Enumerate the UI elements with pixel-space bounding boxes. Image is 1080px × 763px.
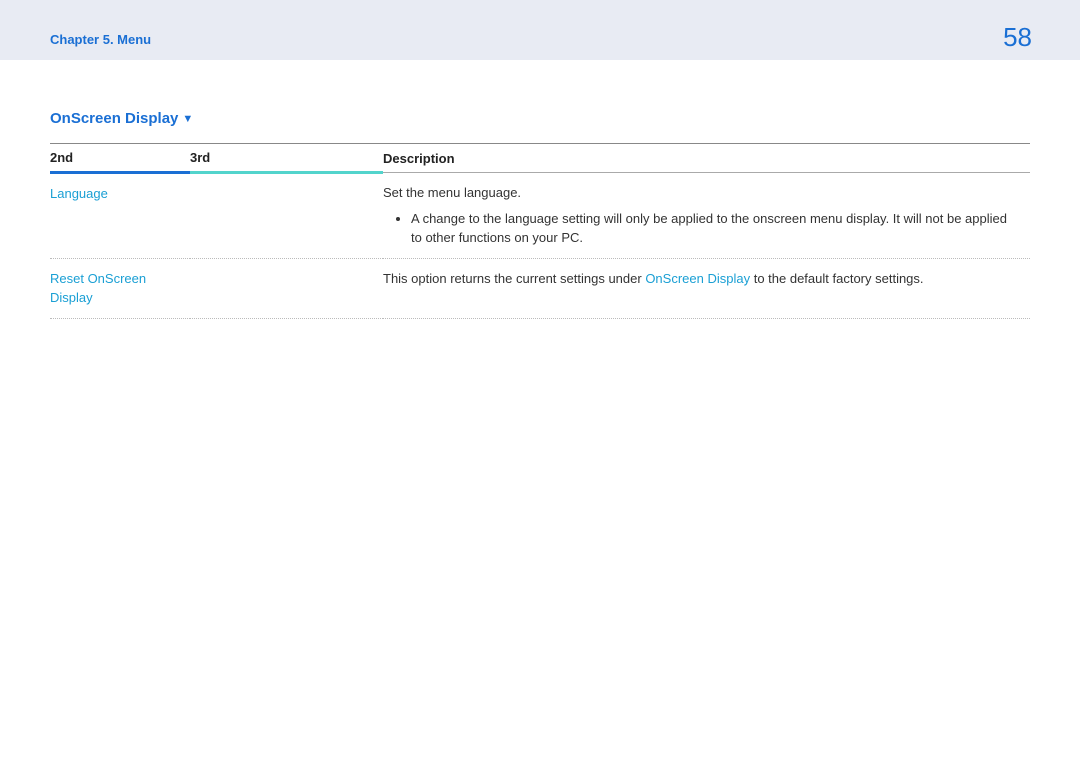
menu-table: 2nd 3rd Description Language Set the men… — [50, 143, 1030, 319]
cell-2nd: Reset OnScreen Display — [50, 258, 190, 318]
cell-3rd — [190, 258, 383, 318]
description-prefix: This option returns the current settings… — [383, 271, 645, 286]
table-row: Language Set the menu language. A change… — [50, 173, 1030, 259]
cell-3rd — [190, 173, 383, 259]
page-number: 58 — [1003, 24, 1032, 50]
menu-item-link[interactable]: Reset OnScreen Display — [50, 271, 146, 306]
triangle-down-icon: ▼ — [182, 113, 193, 125]
description-bullet-list: A change to the language setting will on… — [383, 209, 1030, 248]
breadcrumb: Chapter 5. Menu — [50, 32, 151, 50]
table-body: Language Set the menu language. A change… — [50, 173, 1030, 319]
page-header: Chapter 5. Menu 58 — [0, 0, 1080, 60]
table-header-description: Description — [383, 144, 1030, 173]
description-suffix: to the default factory settings. — [750, 271, 923, 286]
menu-item-link[interactable]: Language — [50, 186, 108, 201]
cell-2nd: Language — [50, 173, 190, 259]
section-title-text: OnScreen Display — [50, 110, 178, 127]
description-link[interactable]: OnScreen Display — [645, 271, 750, 286]
section-title: OnScreen Display ▼ — [50, 110, 1030, 127]
cell-description: This option returns the current settings… — [383, 258, 1030, 318]
table-row: Reset OnScreen Display This option retur… — [50, 258, 1030, 318]
description-main: Set the menu language. — [383, 183, 1030, 203]
table-header-2nd: 2nd — [50, 144, 190, 173]
table-header: 2nd 3rd Description — [50, 144, 1030, 173]
table-header-3rd: 3rd — [190, 144, 383, 173]
cell-description: Set the menu language. A change to the l… — [383, 173, 1030, 259]
main-content: OnScreen Display ▼ 2nd 3rd Description L… — [0, 60, 1080, 319]
description-bullet-item: A change to the language setting will on… — [411, 209, 1030, 248]
